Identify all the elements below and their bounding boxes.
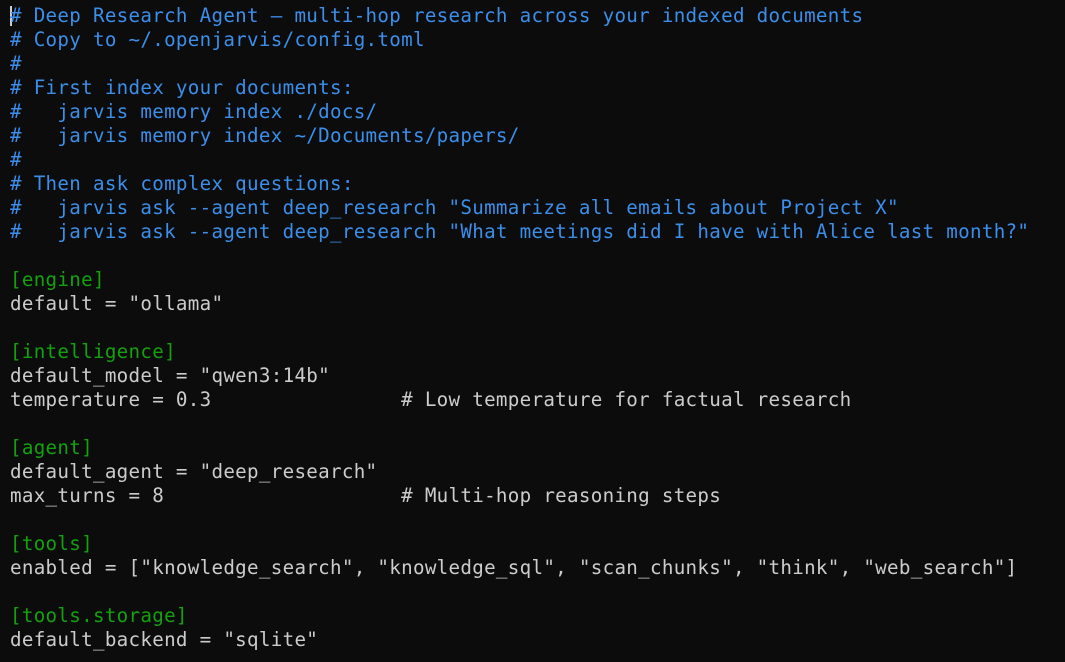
comment-line: # Copy to ~/.openjarvis/config.toml	[10, 28, 425, 51]
section-header: [tools.storage]	[10, 604, 188, 627]
blank-line	[10, 508, 1029, 532]
comment-line: # jarvis memory index ./docs/	[10, 100, 378, 123]
config-line: enabled = ["knowledge_search", "knowledg…	[10, 556, 1018, 579]
terminal-window[interactable]: # Deep Research Agent — multi-hop resear…	[0, 0, 1065, 662]
comment-line: # Deep Research Agent — multi-hop resear…	[10, 4, 864, 27]
comment-line: #	[10, 52, 22, 75]
section-header: [agent]	[10, 436, 93, 459]
comment-line: # jarvis ask --agent deep_research "What…	[10, 220, 1030, 243]
config-line: default_backend = "sqlite"	[10, 628, 319, 651]
section-header: [intelligence]	[10, 340, 176, 363]
blank-line	[10, 244, 1029, 268]
comment-line: # jarvis ask --agent deep_research "Summ…	[10, 196, 899, 219]
config-line: default = "ollama"	[10, 292, 224, 315]
config-line: temperature = 0.3 # Low temperature for …	[10, 388, 852, 411]
section-header: [tools]	[10, 532, 93, 555]
blank-line	[10, 580, 1029, 604]
comment-line: # Then ask complex questions:	[10, 172, 354, 195]
comment-line: #	[10, 148, 22, 171]
config-line: default_agent = "deep_research"	[10, 460, 378, 483]
config-line: default_model = "qwen3:14b"	[10, 364, 330, 387]
config-line: max_turns = 8 # Multi-hop reasoning step…	[10, 484, 722, 507]
blank-line	[10, 412, 1029, 436]
blank-line	[10, 316, 1029, 340]
section-header: [engine]	[10, 268, 105, 291]
comment-line: # First index your documents:	[10, 76, 354, 99]
config-file-content: # Deep Research Agent — multi-hop resear…	[10, 4, 1029, 652]
comment-line: # jarvis memory index ~/Documents/papers…	[10, 124, 520, 147]
